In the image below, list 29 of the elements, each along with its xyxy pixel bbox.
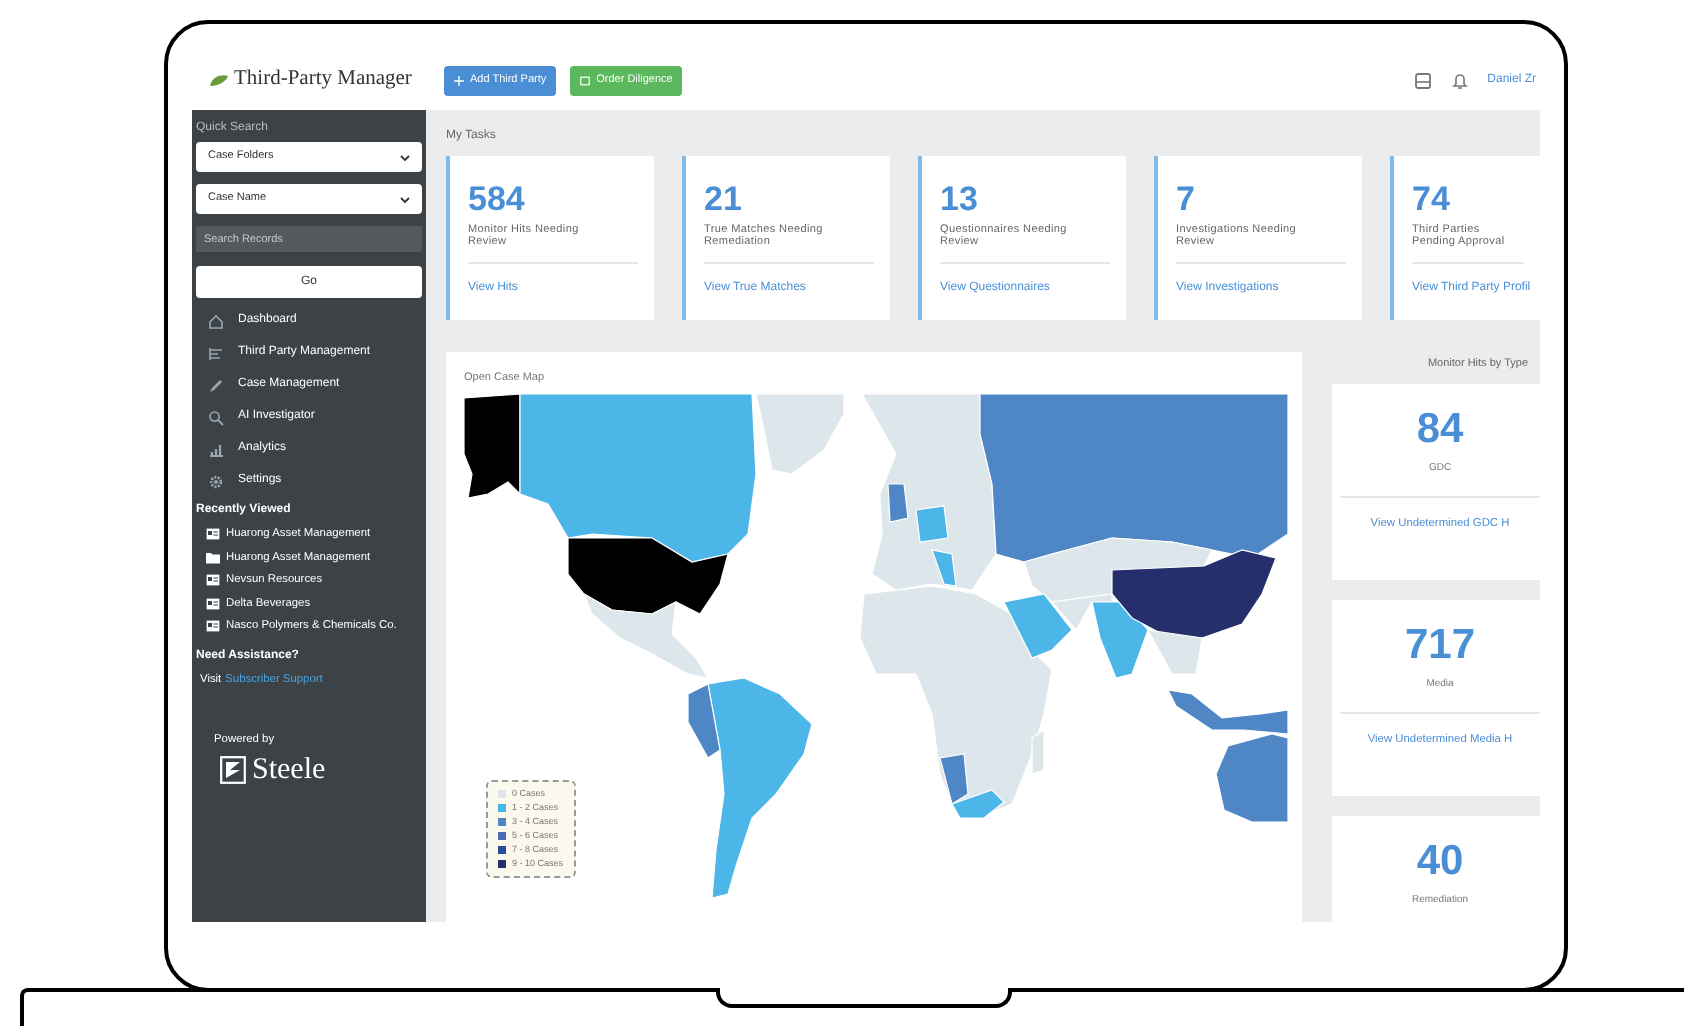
task-count: 7	[1176, 182, 1197, 216]
task-count: 584	[468, 182, 527, 216]
hits-count: 84	[1416, 408, 1464, 451]
folder-icon	[206, 551, 220, 564]
brand-logo-icon	[220, 756, 246, 785]
list-icon	[208, 345, 224, 361]
app-logo: Third-Party Manager	[234, 66, 412, 95]
task-count: 21	[704, 182, 744, 216]
document-icon	[580, 75, 591, 85]
bell-icon	[1451, 71, 1468, 89]
brand-name: Steele	[252, 755, 326, 786]
printer-icon	[1413, 71, 1432, 89]
chevron-icon	[400, 153, 410, 161]
bar-chart-icon	[208, 441, 224, 457]
id-card-icon	[206, 574, 220, 587]
home-icon	[208, 313, 224, 329]
hits-count: 40	[1416, 840, 1464, 883]
search-icon	[208, 409, 224, 425]
leaf-icon	[208, 73, 230, 87]
task-count: 13	[940, 182, 980, 216]
chevron-icon	[400, 195, 410, 203]
hits-count: 717	[1404, 624, 1476, 667]
id-card-icon	[206, 528, 220, 541]
pencil-icon	[208, 377, 224, 393]
settings-icon	[208, 473, 224, 489]
plus-icon	[454, 75, 464, 85]
task-count: 74	[1412, 182, 1452, 216]
id-card-icon	[206, 597, 220, 610]
id-card-icon	[206, 620, 220, 633]
